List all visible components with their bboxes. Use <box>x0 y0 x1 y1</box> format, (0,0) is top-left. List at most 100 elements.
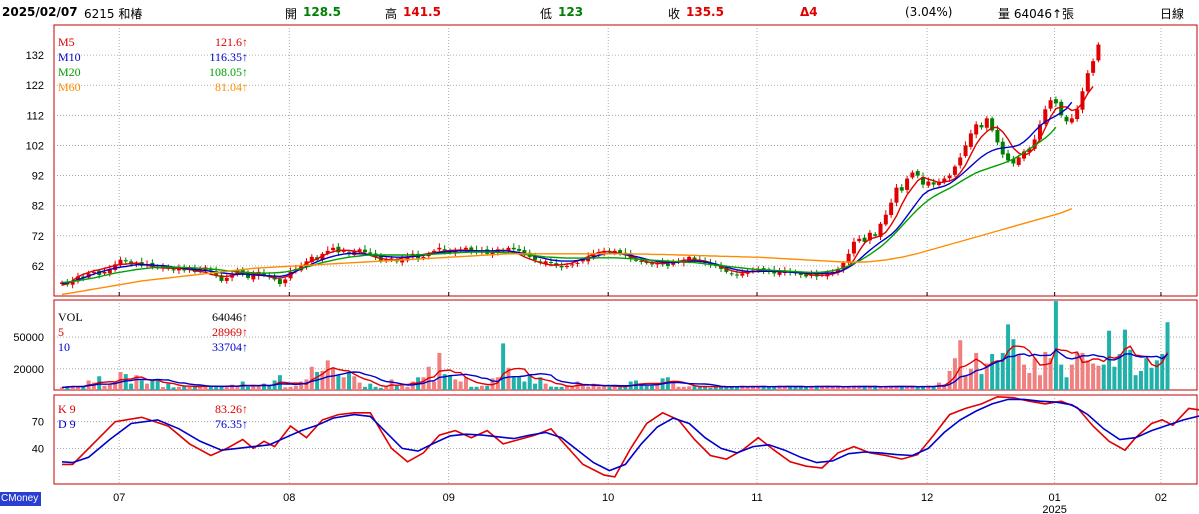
price-y-tick-label: 82 <box>32 201 44 213</box>
price-legend-name: M5 <box>58 35 75 49</box>
volume-bar <box>288 386 293 390</box>
volume-bar <box>246 386 251 390</box>
candle-body <box>368 252 373 254</box>
candle-body <box>883 214 888 225</box>
volume-bar <box>756 387 761 390</box>
price-y-tick-label: 122 <box>26 80 44 92</box>
candle-body <box>926 181 931 186</box>
volume-bar <box>1096 365 1101 390</box>
candle-body <box>1075 109 1080 120</box>
volume-bar <box>1016 354 1021 390</box>
candle-body <box>851 241 856 254</box>
volume-bar <box>607 387 612 390</box>
kd-y-tick-label: 70 <box>32 417 44 429</box>
price-y-tick-label: 112 <box>26 110 44 122</box>
volume-bar <box>782 386 787 390</box>
volume-bar <box>224 386 229 390</box>
candle-body <box>570 264 575 266</box>
volume-bar <box>394 385 399 390</box>
kd-legend-value: 76.35↑ <box>215 417 248 431</box>
volume-bar <box>405 386 410 390</box>
kd-legend-name: D 9 <box>58 417 76 431</box>
candle-body <box>979 125 984 128</box>
volume-bar <box>522 381 527 390</box>
volume-bar <box>905 387 910 390</box>
volume-bar <box>331 368 336 390</box>
volume-bar <box>1064 377 1069 390</box>
volume-bar <box>214 386 219 390</box>
candle-body <box>277 279 282 284</box>
volume-bar <box>867 387 872 390</box>
candle-body <box>341 250 346 252</box>
volume-bar <box>453 379 458 390</box>
volume-bar <box>362 386 367 390</box>
ma-line-m60 <box>61 207 1073 296</box>
volume-bar <box>166 383 171 390</box>
candle-body <box>437 247 442 250</box>
volume-bar <box>176 386 181 390</box>
volume-bar <box>671 382 676 390</box>
candle-body <box>952 166 957 175</box>
volume-bar <box>1117 354 1122 390</box>
price-legend-value: 121.6↑ <box>215 35 248 49</box>
volume-bar <box>1133 375 1138 390</box>
price-legend-name: M20 <box>58 65 81 79</box>
volume-bar <box>878 387 883 390</box>
candle-body <box>548 262 553 264</box>
candle-body <box>665 263 670 266</box>
x-tick-label: 01 <box>1049 492 1061 504</box>
x-tick-label: 11 <box>751 492 762 504</box>
volume-bar <box>1069 364 1074 390</box>
candle-body <box>740 273 745 276</box>
volume-bar <box>123 374 128 390</box>
cmoney-brand: CMoney <box>0 492 41 506</box>
volume-bar <box>1085 360 1090 390</box>
volume-bar <box>1128 349 1133 390</box>
volume-bar <box>458 381 463 390</box>
volume-bar <box>1149 367 1154 390</box>
volume-y-tick-label: 50000 <box>13 332 44 344</box>
x-tick-label: 08 <box>283 492 295 504</box>
volume-bar <box>187 386 192 390</box>
candle-body <box>1069 118 1074 123</box>
volume-bar <box>915 387 920 390</box>
candle-body <box>974 124 979 135</box>
volume-bar <box>766 387 771 390</box>
candle-body <box>968 133 973 147</box>
volume-bar <box>267 386 272 390</box>
volume-bar <box>1101 364 1106 390</box>
candle-body <box>511 247 516 250</box>
volume-bar <box>729 387 734 390</box>
volume-bar <box>1059 364 1064 390</box>
kd-legend-name: K 9 <box>58 402 76 416</box>
volume-bar <box>474 386 479 390</box>
volume-bar <box>139 380 144 390</box>
candle-body <box>1096 44 1101 61</box>
candle-body <box>283 279 288 284</box>
candle-body <box>559 265 564 268</box>
volume-bar <box>463 377 468 390</box>
volume-bar <box>968 368 973 390</box>
volume-bar <box>357 382 362 390</box>
volume-bar <box>102 385 107 390</box>
volume-bar <box>145 383 150 390</box>
volume-bar <box>347 373 352 390</box>
volume-bar <box>469 386 474 390</box>
ma-line-m5 <box>61 85 1094 286</box>
x-tick-label: 12 <box>921 492 933 504</box>
candle-body <box>873 234 878 236</box>
volume-legend-value: 28969↑ <box>212 325 248 339</box>
candle-body <box>517 248 522 251</box>
volume-bar <box>793 387 798 390</box>
candle-body <box>389 258 394 260</box>
volume-bar <box>309 366 314 390</box>
volume-bar <box>1022 364 1027 390</box>
volume-bar <box>198 387 203 390</box>
volume-legend-value: 64046↑ <box>212 310 248 324</box>
candle-body <box>735 274 740 276</box>
volume-bar <box>990 354 995 390</box>
volume-bar <box>341 377 346 390</box>
year-label: 2025 <box>1042 504 1066 514</box>
candle-body <box>1048 100 1053 109</box>
volume-bar <box>129 383 134 390</box>
